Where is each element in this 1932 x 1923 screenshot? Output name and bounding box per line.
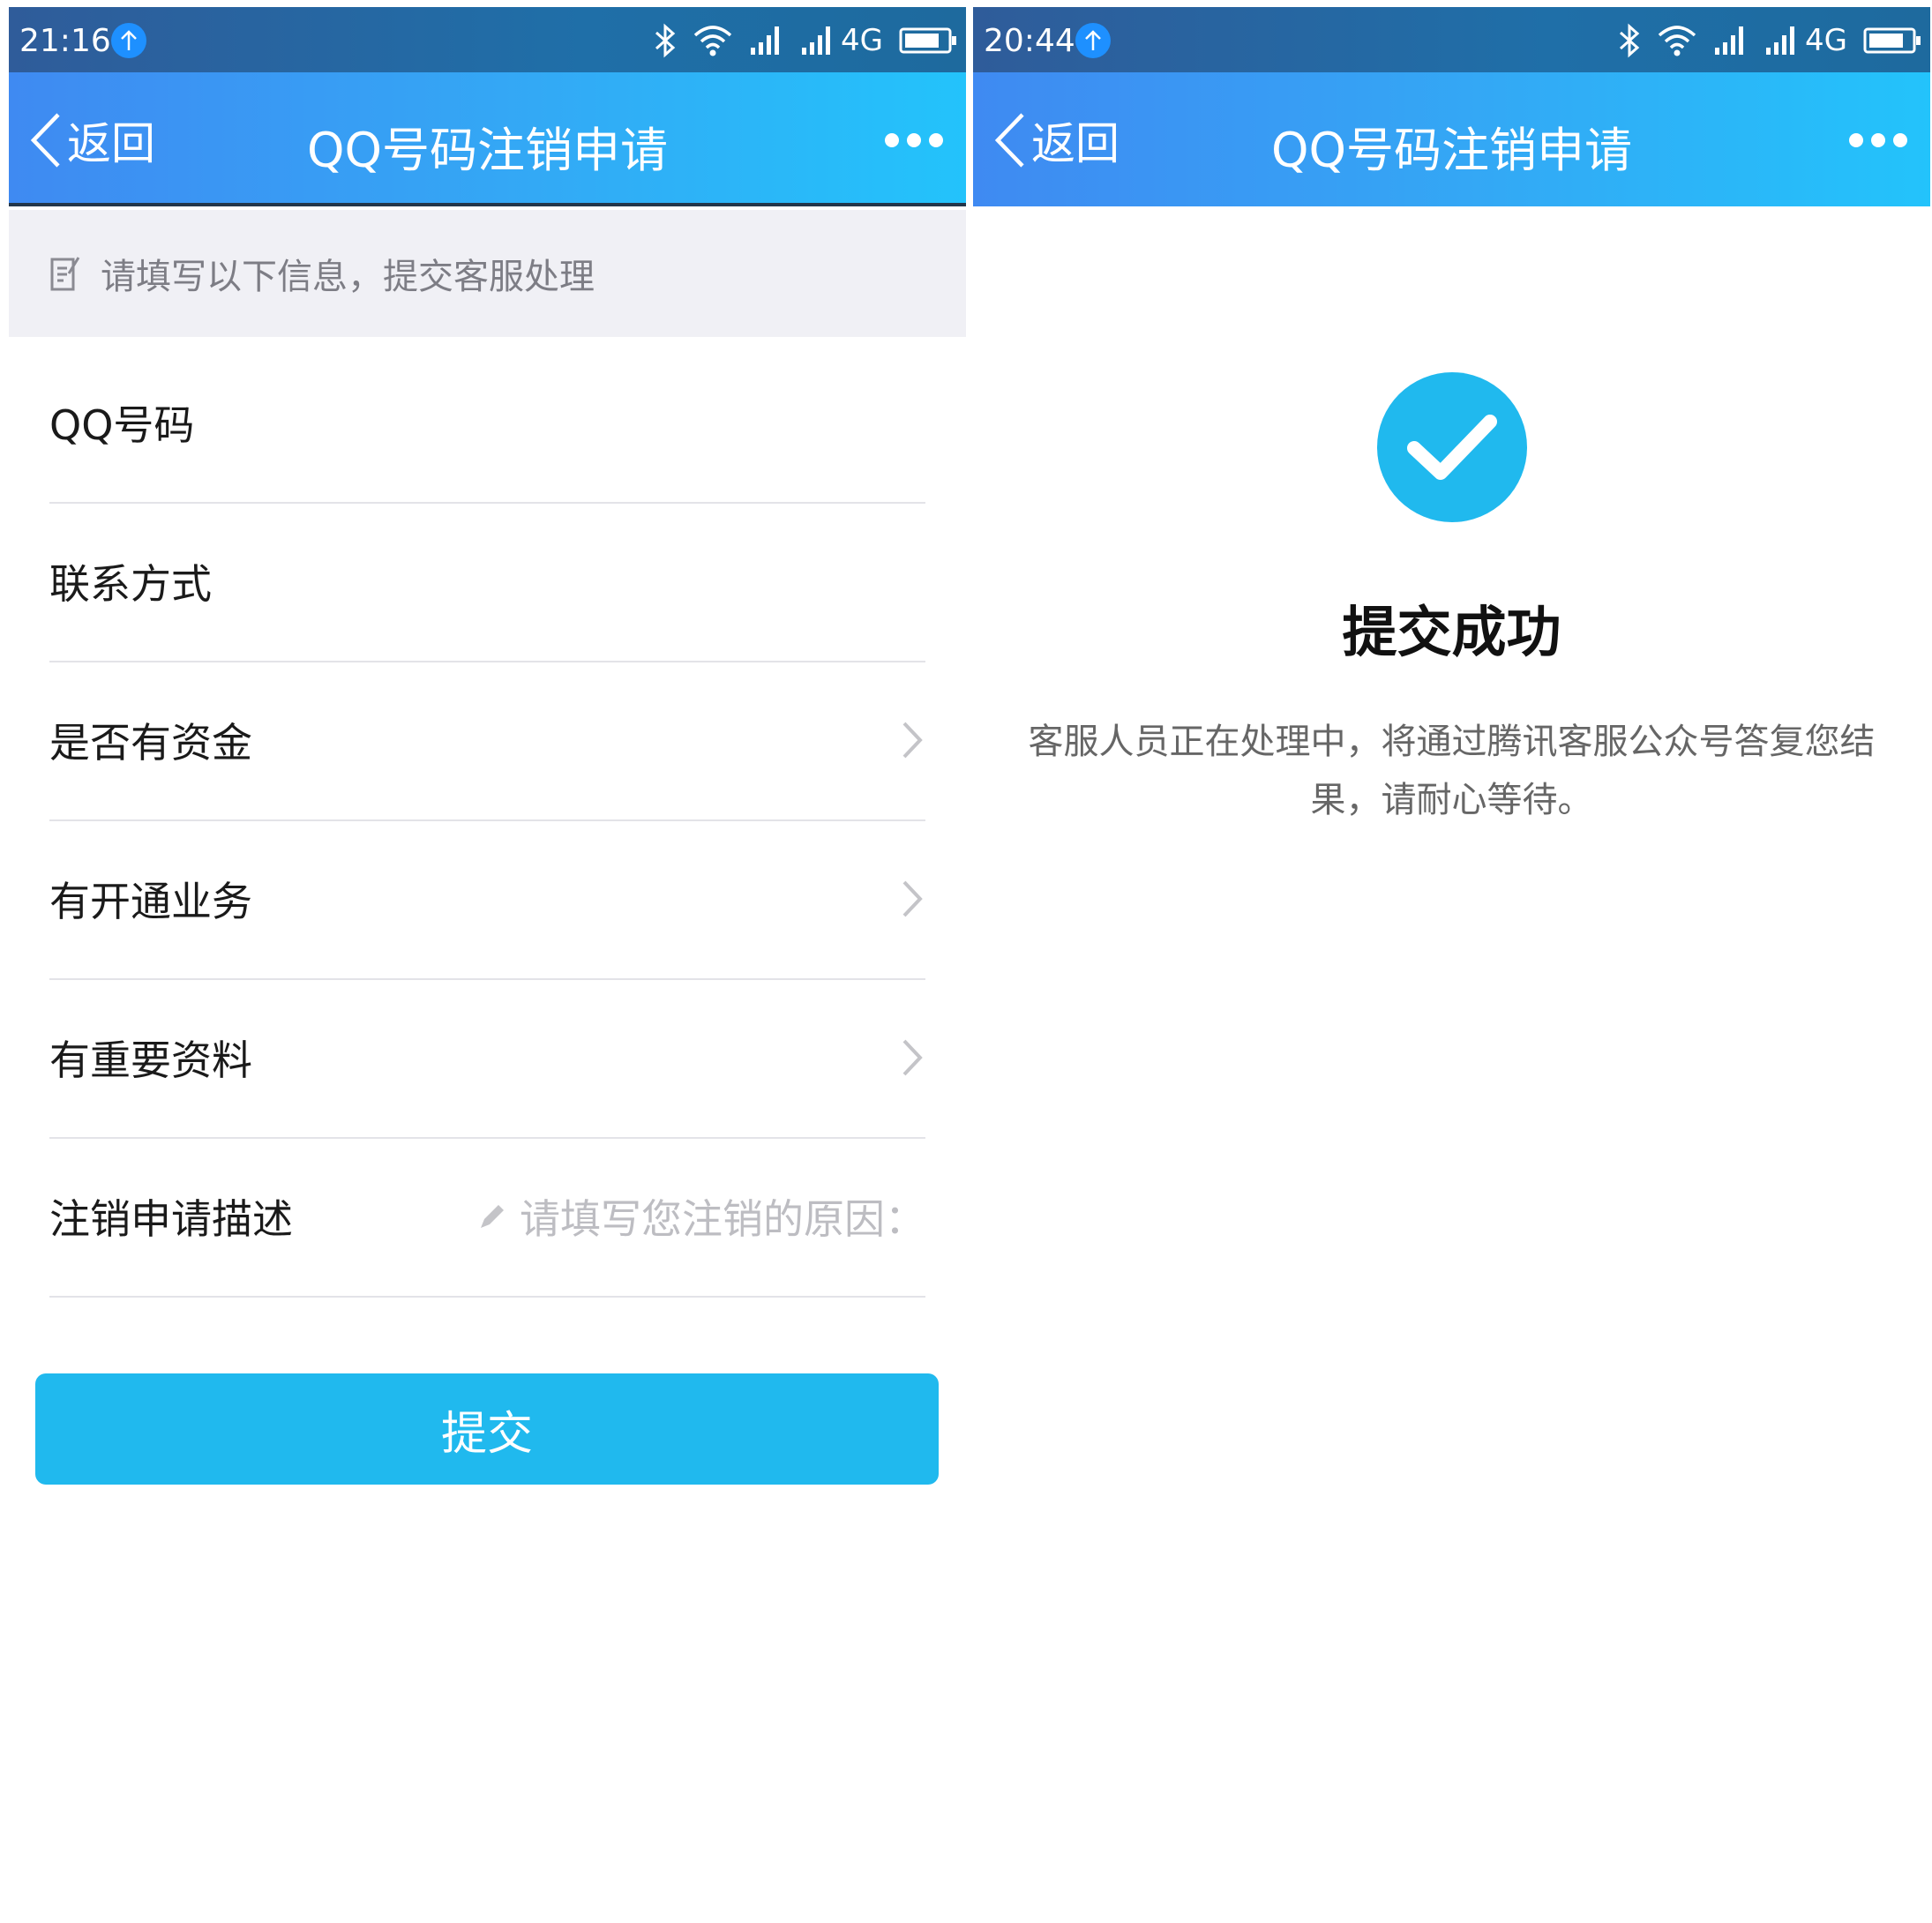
success-title: 提交成功	[1342, 600, 1561, 664]
success-message: 客服人员正在处理中，将通过腾讯客服公众号答复您结果，请耐心等待。	[1028, 722, 1876, 820]
important-data-select[interactable]: 有重要资料	[49, 978, 925, 1139]
more-icon[interactable]	[885, 127, 943, 153]
bluetooth-icon	[1620, 23, 1640, 58]
wifi-icon	[693, 26, 732, 56]
signal-icon	[802, 26, 831, 55]
status-time: 21:16	[19, 23, 111, 59]
page-title: QQ号码注销申请	[306, 123, 668, 178]
nav-bar: 返回 QQ号码注销申请	[973, 72, 1930, 206]
signal-icon	[751, 26, 780, 55]
network-type: 4G	[841, 23, 883, 58]
chevron-right-icon	[902, 880, 923, 917]
upload-icon	[1075, 23, 1111, 58]
pencil-icon	[481, 1205, 504, 1228]
status-bar: 20:44 4G	[973, 7, 1930, 72]
row-label: 有重要资料	[49, 1036, 252, 1084]
status-time: 20:44	[984, 23, 1075, 59]
status-icons: 4G	[654, 21, 957, 60]
row-label: 注销申请描述	[49, 1195, 293, 1243]
battery-icon	[1863, 27, 1921, 54]
network-type: 4G	[1805, 23, 1847, 58]
chevron-right-icon	[902, 722, 923, 759]
edit-note-icon	[50, 257, 80, 291]
row-label: 是否有资金	[49, 719, 252, 767]
row-label: QQ号码	[49, 401, 195, 449]
hint-bar: 请填写以下信息，提交客服处理	[9, 210, 966, 337]
status-icons: 4G	[1618, 21, 1921, 60]
status-bar: 21:16 4G	[9, 7, 966, 72]
form-screen: 21:16 4G 返回 QQ号码注销申请 请填写以下信息，提交客服处理 QQ号码…	[9, 7, 966, 1923]
success-screen: 20:44 4G 返回 QQ号码注销申请 提交成功 客服人员正在处理中，将通过腾…	[973, 7, 1930, 1923]
battery-icon	[899, 27, 956, 54]
row-label: 联系方式	[49, 560, 212, 608]
submit-button[interactable]: 提交	[35, 1373, 939, 1485]
more-icon[interactable]	[1849, 127, 1907, 153]
chevron-right-icon	[902, 1039, 923, 1076]
signal-icon	[1715, 26, 1744, 55]
services-select[interactable]: 有开通业务	[49, 819, 925, 980]
description-input[interactable]: 请填写您注销的原因：	[477, 1187, 925, 1246]
hint-text: 请填写以下信息，提交客服处理	[101, 257, 595, 297]
page-title: QQ号码注销申请	[1270, 123, 1632, 178]
nav-bar: 返回 QQ号码注销申请	[9, 72, 966, 206]
description-field[interactable]: 注销申请描述 请填写您注销的原因：	[49, 1137, 925, 1298]
check-circle-icon	[1377, 372, 1527, 522]
funds-select[interactable]: 是否有资金	[49, 661, 925, 821]
description-placeholder: 请填写您注销的原因：	[520, 1195, 925, 1243]
upload-icon	[111, 23, 146, 58]
row-label: 有开通业务	[49, 878, 252, 925]
signal-icon	[1766, 26, 1795, 55]
qq-number-field[interactable]: QQ号码	[49, 343, 925, 504]
bluetooth-icon	[655, 23, 676, 58]
contact-field[interactable]: 联系方式	[49, 502, 925, 662]
wifi-icon	[1658, 26, 1696, 56]
